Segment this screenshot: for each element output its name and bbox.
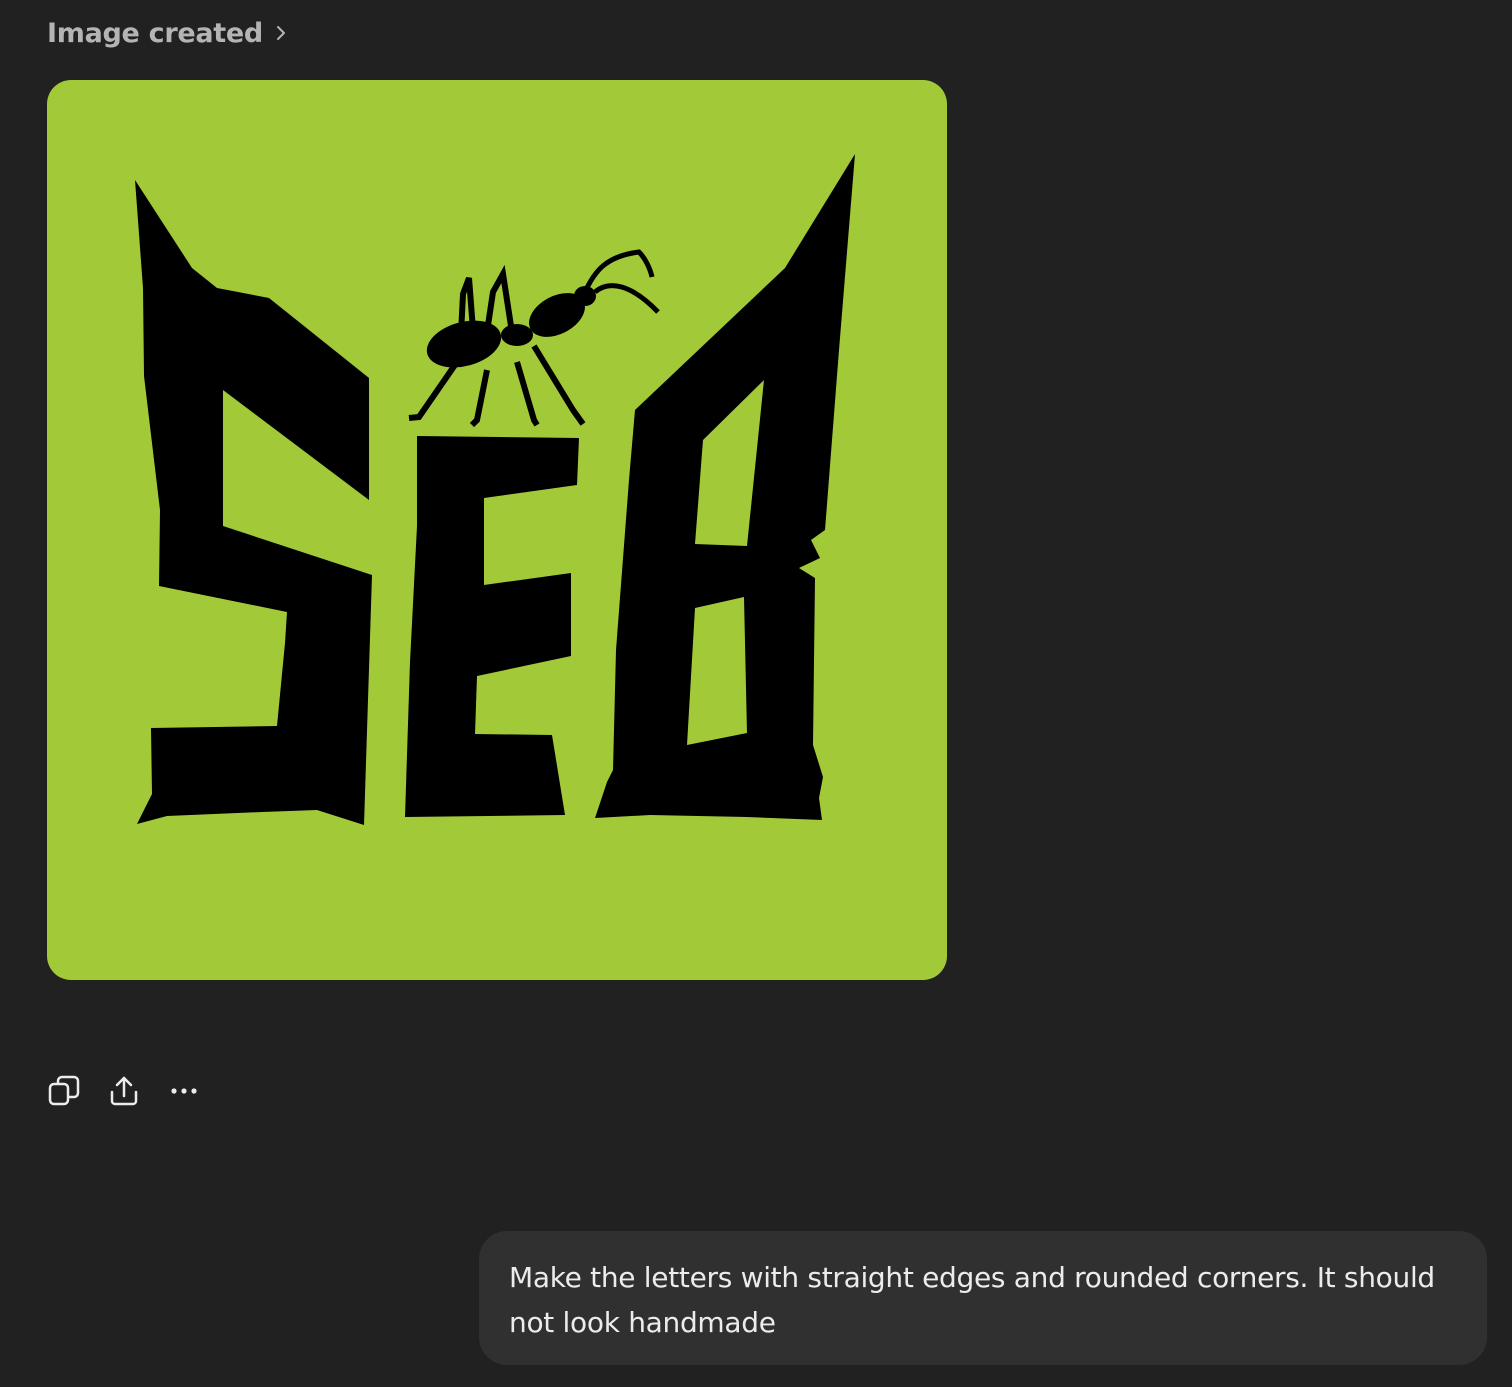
user-message-text: Make the letters with straight edges and…	[509, 1261, 1435, 1339]
copy-button[interactable]	[44, 1072, 84, 1114]
chat-page: Image created Make the letters with stra…	[0, 0, 1512, 1387]
seb-logo-image	[47, 80, 947, 980]
share-icon	[107, 1074, 141, 1112]
generated-image[interactable]	[47, 80, 947, 980]
user-message-bubble: Make the letters with straight edges and…	[479, 1231, 1487, 1365]
message-actions	[44, 1072, 204, 1114]
chevron-right-icon	[273, 23, 289, 43]
copy-icon	[47, 1074, 81, 1112]
more-dots-icon	[167, 1074, 201, 1112]
image-created-label: Image created	[47, 18, 263, 49]
more-options-button[interactable]	[164, 1072, 204, 1114]
image-created-header[interactable]: Image created	[47, 18, 289, 49]
share-button[interactable]	[104, 1072, 144, 1114]
